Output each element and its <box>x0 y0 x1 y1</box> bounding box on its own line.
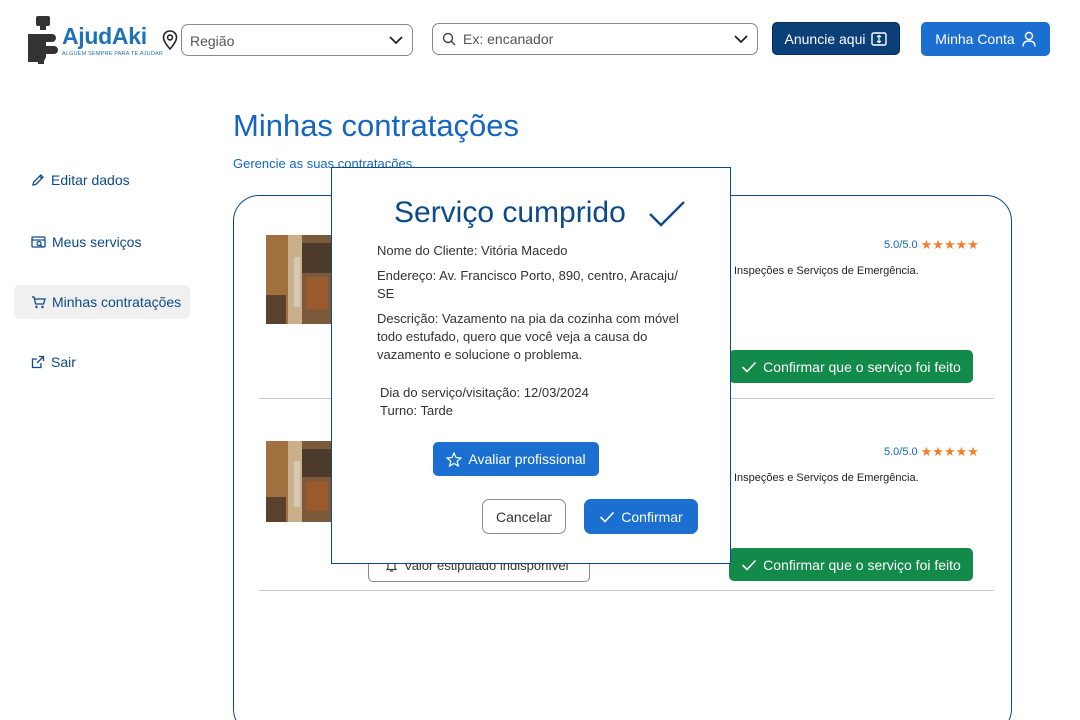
check-icon <box>649 201 685 227</box>
card-rating: 5.0/5.0 ★★★★★ <box>884 237 979 253</box>
region-select-value: Região <box>190 33 235 49</box>
service-date: Dia do serviço/visitação: 12/03/2024 <box>380 385 589 400</box>
confirm-service-done-button[interactable]: Confirmar que o serviço foi feito <box>729 350 973 383</box>
star-outline-icon <box>446 451 463 467</box>
search-icon <box>442 32 456 46</box>
star-rating: ★★★★★ <box>920 444 979 459</box>
sidebar-item-label: Minhas contratações <box>52 294 182 310</box>
sidebar-item-logout[interactable]: Sair <box>14 345 190 379</box>
description-line-1: Descrição: Vazamento na pia da cozinha c… <box>377 311 679 326</box>
services-icon <box>31 236 46 248</box>
modal-title: Serviço cumprido <box>394 196 626 229</box>
search-input[interactable] <box>463 29 723 49</box>
client-name: Nome do Cliente: Vitória Macedo <box>377 243 568 258</box>
region-select[interactable]: Região <box>181 24 413 56</box>
sidebar-item-label: Sair <box>51 354 76 370</box>
cancel-button[interactable]: Cancelar <box>482 499 566 534</box>
location-pin-icon <box>162 30 178 50</box>
anuncie-button-label: Anuncie aqui <box>784 30 866 47</box>
plumbing-photo <box>266 235 333 324</box>
brand-tagline: ALGUÉM SEMPRE PARA TE AJUDAR <box>62 51 164 57</box>
anuncie-button[interactable]: Anuncie aqui <box>772 22 900 55</box>
service-shift: Turno: Tarde <box>380 403 453 418</box>
check-icon <box>600 511 615 523</box>
confirm-service-done-button[interactable]: Confirmar que o serviço foi feito <box>729 548 973 581</box>
rate-professional-button[interactable]: Avaliar profissional <box>433 442 599 476</box>
star-rating: ★★★★★ <box>920 237 979 252</box>
rate-professional-label: Avaliar profissional <box>468 451 586 467</box>
app-logo[interactable]: AjudAki ALGUÉM SEMPRE PARA TE AJUDAR <box>26 16 163 64</box>
cart-icon <box>32 296 46 309</box>
service-completed-modal: Serviço cumprido Nome do Cliente: Vitóri… <box>331 167 731 564</box>
card-divider <box>259 590 994 591</box>
page-title: Minhas contratações <box>233 108 520 143</box>
card-image <box>266 235 333 324</box>
sidebar-item-label: Meus serviços <box>52 234 142 250</box>
address-line-1: Endereço: Av. Francisco Porto, 890, cent… <box>377 268 678 283</box>
user-icon <box>1021 31 1036 47</box>
rating-value: 5.0/5.0 <box>884 446 918 458</box>
card-description: Inspeções e Serviços de Emergência. <box>734 472 919 484</box>
check-icon <box>742 559 757 571</box>
confirm-button-label: Confirmar <box>621 508 683 525</box>
account-button[interactable]: Minha Conta <box>921 22 1050 56</box>
plumbing-photo <box>266 441 333 522</box>
chevron-down-icon <box>734 35 748 44</box>
chevron-down-icon <box>389 36 403 45</box>
card-description: Inspeções e Serviços de Emergência. <box>734 265 919 277</box>
helping-hand-icon <box>28 16 58 64</box>
card-rating: 5.0/5.0 ★★★★★ <box>884 444 979 460</box>
description-line-2: todo estufado, quero que você veja a cau… <box>377 329 648 344</box>
service-search[interactable] <box>432 23 758 55</box>
account-button-label: Minha Conta <box>935 31 1015 47</box>
brand-name: AjudAki <box>62 23 147 49</box>
confirm-button[interactable]: Confirmar <box>584 499 698 534</box>
sidebar-item-edit-data[interactable]: Editar dados <box>14 163 190 197</box>
sidebar-item-my-services[interactable]: Meus serviços <box>14 225 190 259</box>
card-image <box>266 441 333 522</box>
address-line-2: SE <box>377 286 395 301</box>
description-line-3: vazamento e solucione o problema. <box>377 347 583 362</box>
rating-value: 5.0/5.0 <box>884 239 918 251</box>
external-link-icon <box>31 355 45 369</box>
sidebar-item-label: Editar dados <box>51 172 130 188</box>
check-icon <box>742 361 757 373</box>
confirm-service-done-label: Confirmar que o serviço foi feito <box>763 556 961 573</box>
sidebar-item-my-hirings[interactable]: Minhas contratações <box>14 285 190 319</box>
pencil-icon <box>32 174 44 186</box>
ad-board-icon <box>871 31 888 46</box>
confirm-service-done-label: Confirmar que o serviço foi feito <box>763 358 961 375</box>
